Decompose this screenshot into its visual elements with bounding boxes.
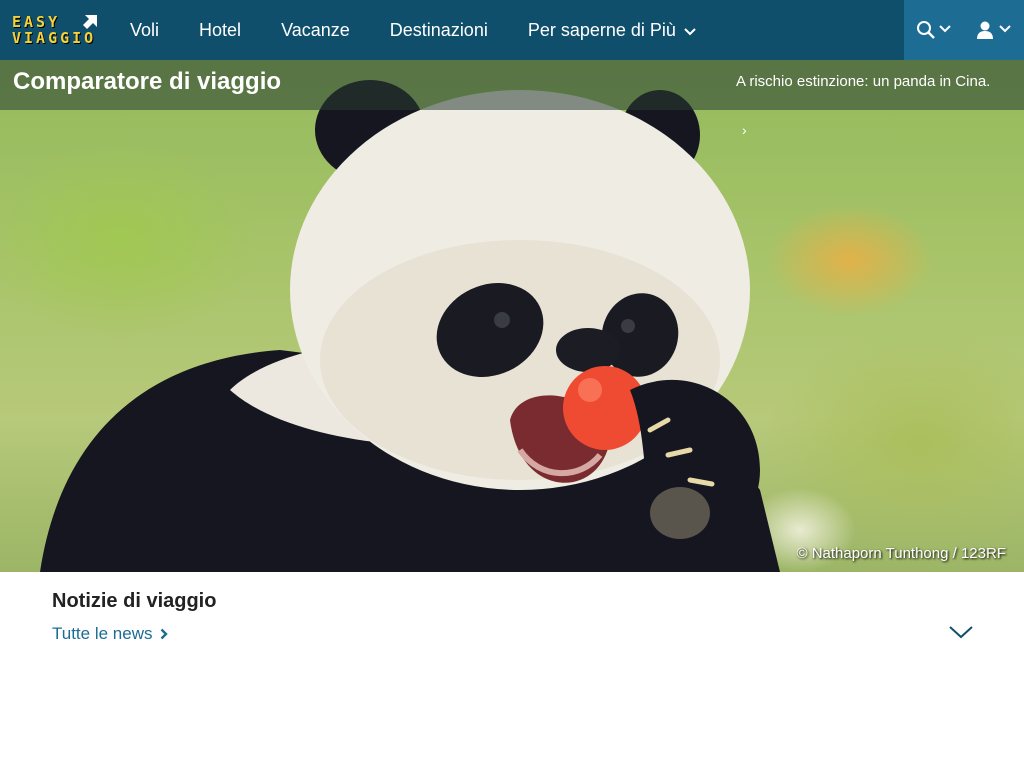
logo-arrow-icon	[83, 15, 97, 29]
nav-item-voli[interactable]: Voli	[110, 0, 179, 60]
search-icon	[917, 21, 951, 39]
expand-chevron-icon[interactable]	[948, 624, 974, 640]
caption-chevron-icon[interactable]: ›	[742, 122, 747, 138]
all-news-link[interactable]: Tutte le news	[52, 624, 169, 644]
nav-item-label: Hotel	[199, 19, 242, 40]
top-navigation-bar: EASY VIAGGIO Voli Hotel Vacanze Destinaz…	[0, 0, 1024, 60]
panda-photo	[40, 80, 780, 572]
hero-banner: Comparatore di viaggio A rischio estinzi…	[0, 60, 1024, 572]
nav-item-label: Voli	[130, 19, 160, 40]
easy-viaggio-logo[interactable]: EASY VIAGGIO	[8, 10, 104, 50]
photo-caption: A rischio estinzione: un panda in Cina.	[736, 73, 991, 90]
chevron-down-icon	[684, 28, 696, 36]
nav-item-vacanze[interactable]: Vacanze	[261, 0, 370, 60]
chevron-right-icon	[161, 628, 169, 640]
search-menu-button[interactable]	[904, 0, 964, 60]
user-icon	[977, 21, 1011, 39]
nav-item-label: Destinazioni	[389, 19, 488, 40]
news-section-title: Notizie di viaggio	[52, 590, 217, 612]
logo-text-line-2: VIAGGIO	[12, 29, 97, 47]
all-news-label: Tutte le news	[52, 624, 153, 643]
nav-item-per-saperne-di-piu[interactable]: Per saperne di Più	[508, 0, 716, 60]
user-menu-button[interactable]	[964, 0, 1024, 60]
nav-utility-area	[904, 0, 1024, 60]
page-title: Comparatore di viaggio	[13, 68, 282, 95]
main-menu: Voli Hotel Vacanze Destinazioni Per sape…	[110, 0, 716, 60]
nav-item-hotel[interactable]: Hotel	[179, 0, 261, 60]
nav-item-label: Per saperne di Più	[527, 19, 676, 40]
nav-item-label: Vacanze	[281, 19, 350, 40]
photo-credit: © Nathaporn Tunthong / 123RF	[796, 545, 1006, 562]
nav-item-destinazioni[interactable]: Destinazioni	[370, 0, 508, 60]
